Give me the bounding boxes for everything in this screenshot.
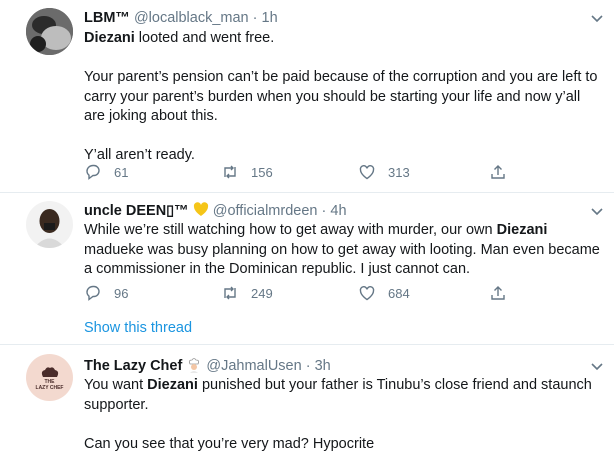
separator: · [321, 203, 327, 219]
reply-icon [86, 285, 100, 301]
highlight-keyword: Diezani [496, 222, 548, 238]
tweet-text: While we’re still watching how to get aw… [84, 221, 604, 280]
tweet-2[interactable]: uncle DEEN▯™ @officialmrdeen · 4h While … [0, 193, 614, 343]
reply-count: 96 [114, 285, 129, 301]
timestamp[interactable]: 4h [330, 203, 346, 219]
like-count: 313 [388, 164, 410, 180]
show-thread-link[interactable]: Show this thread [84, 320, 192, 336]
tweet-header: LBM™ @localblack_man · 1h [84, 9, 278, 27]
separator: · [252, 10, 258, 26]
reply-count: 61 [114, 164, 129, 180]
tweet-text: Diezani looted and went free. Your paren… [84, 29, 604, 166]
highlight-keyword: Diezani [84, 30, 135, 46]
reply-button[interactable]: 61 [84, 163, 128, 181]
tweet-header: uncle DEEN▯™ @officialmrdeen · 4h [84, 202, 347, 220]
display-name[interactable]: uncle DEEN▯™ [84, 203, 189, 219]
retweet-button[interactable]: 156 [221, 163, 273, 181]
like-button[interactable]: 684 [358, 284, 410, 302]
tweet-paragraph: Can you see that you’re very mad? Hypocr… [84, 435, 375, 452]
timestamp[interactable]: 1h [262, 10, 278, 26]
like-icon [359, 165, 375, 180]
highlight-keyword: Diezani [147, 377, 198, 393]
retweet-count: 156 [251, 164, 273, 180]
tweet-text-span: madueke was busy planning on how to get … [84, 241, 600, 278]
tweet-text-span: looted and went free. [134, 30, 275, 46]
action-bar: 61 156 313 [84, 163, 524, 183]
display-name[interactable]: The Lazy Chef [84, 358, 182, 374]
avatar[interactable]: THE LAZY CHEF [26, 354, 73, 401]
tweet-text-span: While we’re still watching how to get aw… [84, 222, 497, 238]
tweet-3[interactable]: THE LAZY CHEF The Lazy Chef @JahmalUsen … [0, 345, 614, 460]
display-name[interactable]: LBM™ [84, 10, 130, 26]
separator: · [305, 358, 311, 374]
avatar-image [26, 201, 73, 248]
timestamp[interactable]: 3h [315, 358, 331, 374]
caret-down-icon[interactable] [590, 11, 604, 25]
caret-down-icon[interactable] [590, 204, 604, 218]
retweet-count: 249 [251, 285, 273, 301]
avatar[interactable] [26, 8, 73, 55]
action-bar: 96 249 684 [84, 284, 524, 304]
share-button[interactable] [489, 163, 519, 181]
yellow-heart-icon [193, 202, 208, 216]
share-button[interactable] [489, 284, 519, 302]
chef-hat-logo [41, 366, 58, 377]
tweet-text: You want Diezani punished but your fathe… [84, 376, 604, 454]
like-count: 684 [388, 285, 410, 301]
retweet-button[interactable]: 249 [221, 284, 273, 302]
share-icon [491, 165, 505, 179]
avatar[interactable] [26, 201, 73, 248]
like-button[interactable]: 313 [358, 163, 410, 181]
like-icon [359, 286, 375, 301]
caret-down-icon[interactable] [590, 359, 604, 373]
user-handle[interactable]: @officialmrdeen [213, 203, 318, 219]
logo-text: LAZY CHEF [35, 384, 64, 391]
tweet-text-span: You want [84, 377, 148, 393]
retweet-icon [224, 165, 236, 179]
user-handle[interactable]: @JahmalUsen [206, 358, 301, 374]
retweet-icon [224, 286, 236, 300]
tweet-paragraph: Your parent’s pension can’t be paid beca… [84, 69, 598, 124]
reply-button[interactable]: 96 [84, 284, 128, 302]
chef-emoji-icon [189, 358, 200, 373]
reply-icon [86, 164, 100, 180]
user-handle[interactable]: @localblack_man [134, 10, 249, 26]
tweet-1[interactable]: LBM™ @localblack_man · 1h Diezani looted… [0, 0, 614, 191]
avatar-image [26, 8, 73, 55]
share-icon [491, 286, 505, 300]
tweet-header: The Lazy Chef @JahmalUsen · 3h [84, 357, 331, 375]
